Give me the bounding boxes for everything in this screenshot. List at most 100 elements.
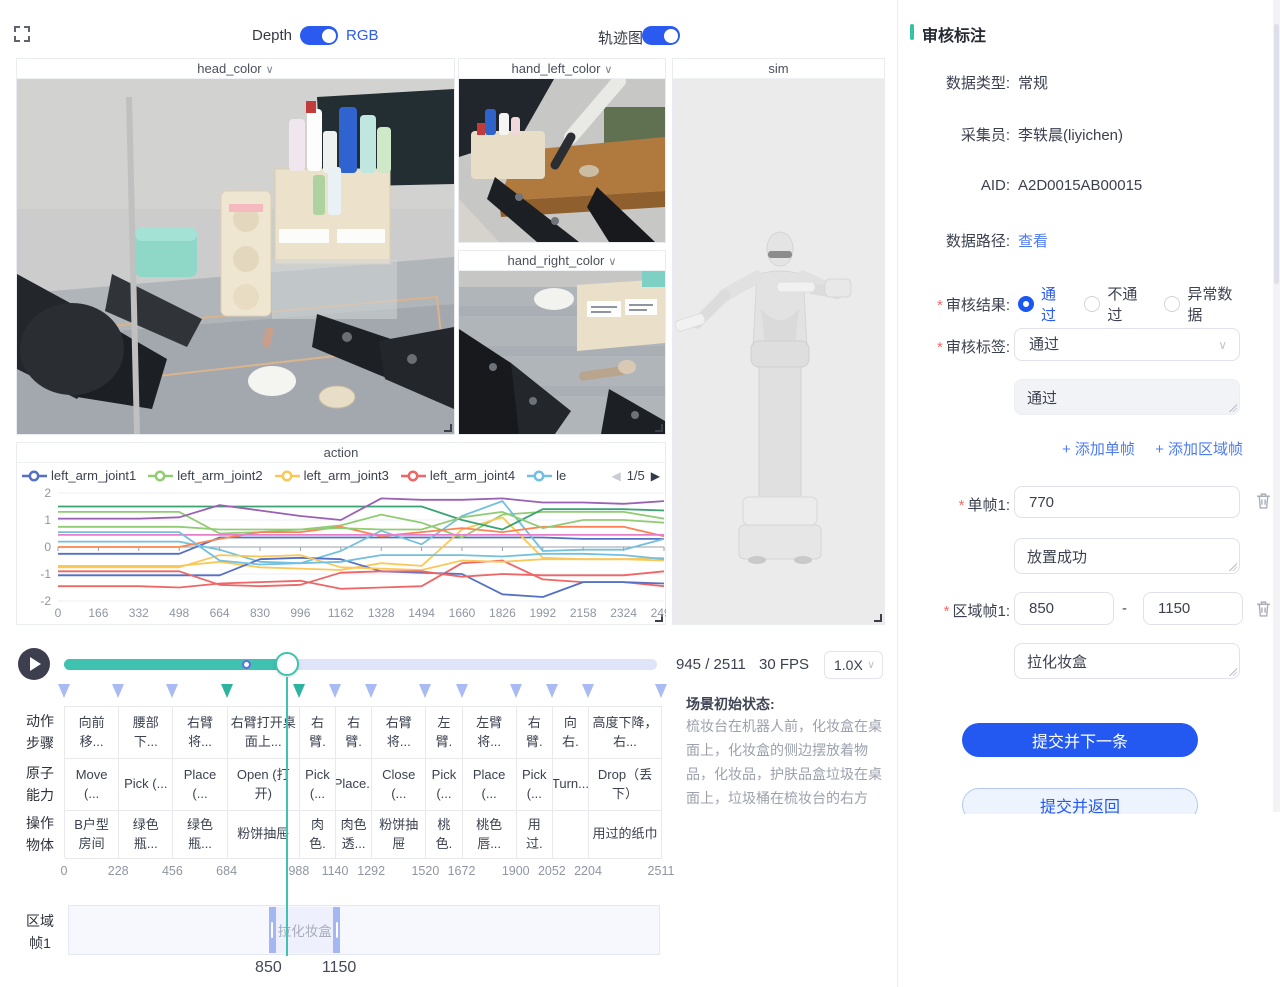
depth-rgb-toggle[interactable] [300,26,338,45]
sim-panel: sim [672,58,885,625]
table-cell: 粉饼抽屉 [228,811,300,859]
step-boundary-marker[interactable] [365,684,377,698]
region-start-input[interactable]: 850 [1014,592,1114,625]
frame-axis-label: 1520 [411,864,439,878]
legend-item[interactable]: left_arm_joint3 [275,468,389,483]
table-cell: 桃色唇... [463,811,517,859]
table-cell: 高度下降，右... [589,707,662,759]
info-field-label: 采集员: [898,124,1010,145]
legend-item[interactable]: le [527,468,566,483]
step-boundary-marker[interactable] [293,684,305,698]
panel-resize-handle[interactable] [874,614,882,622]
play-button[interactable] [18,648,50,680]
review-tag-select[interactable]: 通过∨ [1014,328,1240,361]
scene-state-title: 场景初始状态: [686,694,890,714]
info-field-row: 数据类型:常规 [898,72,1258,93]
region-frame-block[interactable]: 拉化妆盒 [269,907,340,953]
svg-text:1328: 1328 [368,606,395,620]
legend-item-label: left_arm_joint4 [430,468,515,483]
scrollbar-thumb[interactable] [1274,24,1279,284]
radio-option[interactable]: 异常数据 [1164,283,1240,325]
region-end-input[interactable]: 1150 [1143,592,1243,625]
data-path-link[interactable]: 查看 [1018,230,1048,251]
step-boundary-marker[interactable] [419,684,431,698]
legend-item[interactable]: left_arm_joint1 [22,468,136,483]
hand-right-camera-title[interactable]: hand_right_color∨ [459,251,665,271]
step-boundary-marker[interactable] [166,684,178,698]
review-result-row: *审核结果: 通过不通过异常数据 [898,283,1258,325]
svg-text:-1: -1 [40,567,51,581]
radio-icon[interactable] [1164,296,1180,312]
add-region-frame-link[interactable]: + 添加区域帧 [1155,441,1243,458]
region-frame-track[interactable]: 拉化妆盒 [68,905,660,955]
svg-text:1826: 1826 [489,606,516,620]
hand-left-camera-panel: hand_left_color∨ [458,58,666,243]
trash-icon[interactable] [1256,600,1271,617]
playback-slider[interactable] [64,659,657,670]
scrollbar[interactable] [1273,0,1280,812]
step-boundary-marker[interactable] [329,684,341,698]
frame-axis-label: 2511 [648,864,675,878]
hand-right-camera-panel: hand_right_color∨ [458,250,666,435]
row-label-region-frame: 区域帧1 [20,910,60,954]
single-frame-marker-dot[interactable] [242,660,251,669]
step-boundary-marker[interactable] [58,684,70,698]
slider-handle[interactable] [275,652,299,676]
submit-back-button[interactable]: 提交并返回 [962,788,1198,814]
svg-text:2490: 2490 [651,606,666,620]
frame-axis-label: 228 [108,864,129,878]
table-cell: 桃色. [426,811,462,859]
add-single-frame-link[interactable]: + 添加单帧 [1062,441,1135,458]
review-tag-label: *审核标签: [898,336,1010,357]
resize-grip-icon[interactable] [1229,563,1237,571]
resize-grip-icon[interactable] [1229,404,1237,412]
legend-next-icon[interactable]: ▶ [651,469,660,483]
head-camera-title[interactable]: head_color∨ [17,59,454,79]
legend-prev-icon[interactable]: ◀ [611,469,620,483]
required-star: * [937,339,943,356]
sim-panel-title[interactable]: sim [673,59,884,79]
table-cell: 右臂. [300,707,336,759]
fullscreen-icon[interactable] [14,26,30,42]
review-tag-note[interactable]: 通过 [1014,379,1240,415]
region-handle-right[interactable] [336,922,338,938]
radio-option[interactable]: 通过 [1018,283,1066,325]
frame-axis-label: 1292 [357,864,385,878]
table-cell: Pick (... [300,759,336,811]
panel-resize-handle[interactable] [444,424,452,432]
svg-text:2158: 2158 [570,606,597,620]
step-boundary-marker[interactable] [221,684,233,698]
step-boundary-marker[interactable] [546,684,558,698]
hand-left-camera-title[interactable]: hand_left_color∨ [459,59,665,79]
legend-item[interactable]: left_arm_joint2 [148,468,262,483]
sim-view [673,79,884,624]
radio-icon[interactable] [1018,296,1034,312]
panel-resize-handle[interactable] [655,424,663,432]
legend-item[interactable]: left_arm_joint4 [401,468,515,483]
trajectory-toggle[interactable] [642,26,680,45]
single-frame-input[interactable]: 770 [1014,486,1240,518]
step-boundary-marker[interactable] [582,684,594,698]
submit-next-button[interactable]: 提交并下一条 [962,723,1198,757]
chart-series-left_arm_joint3 [58,517,664,570]
resize-grip-icon[interactable] [1229,668,1237,676]
single-frame-note[interactable]: 放置成功 [1014,538,1240,574]
speed-select[interactable]: 1.0X∨ [824,651,883,679]
chevron-down-icon: ∨ [266,64,274,76]
rgb-label: RGB [346,27,379,44]
trash-icon[interactable] [1256,492,1271,509]
hand-left-camera-image [459,79,665,242]
region-frame-note[interactable]: 拉化妆盒 [1014,643,1240,679]
step-boundary-marker[interactable] [456,684,468,698]
step-boundary-marker[interactable] [655,684,667,698]
chevron-down-icon: ∨ [867,652,875,678]
radio-icon[interactable] [1084,296,1100,312]
radio-option[interactable]: 不通过 [1084,283,1146,325]
table-cell: 右臂. [517,707,553,759]
svg-text:2: 2 [44,487,51,500]
svg-text:1: 1 [44,513,51,527]
region-handle-left[interactable] [271,922,273,938]
step-boundary-marker[interactable] [112,684,124,698]
svg-text:664: 664 [210,606,230,620]
step-boundary-marker[interactable] [510,684,522,698]
